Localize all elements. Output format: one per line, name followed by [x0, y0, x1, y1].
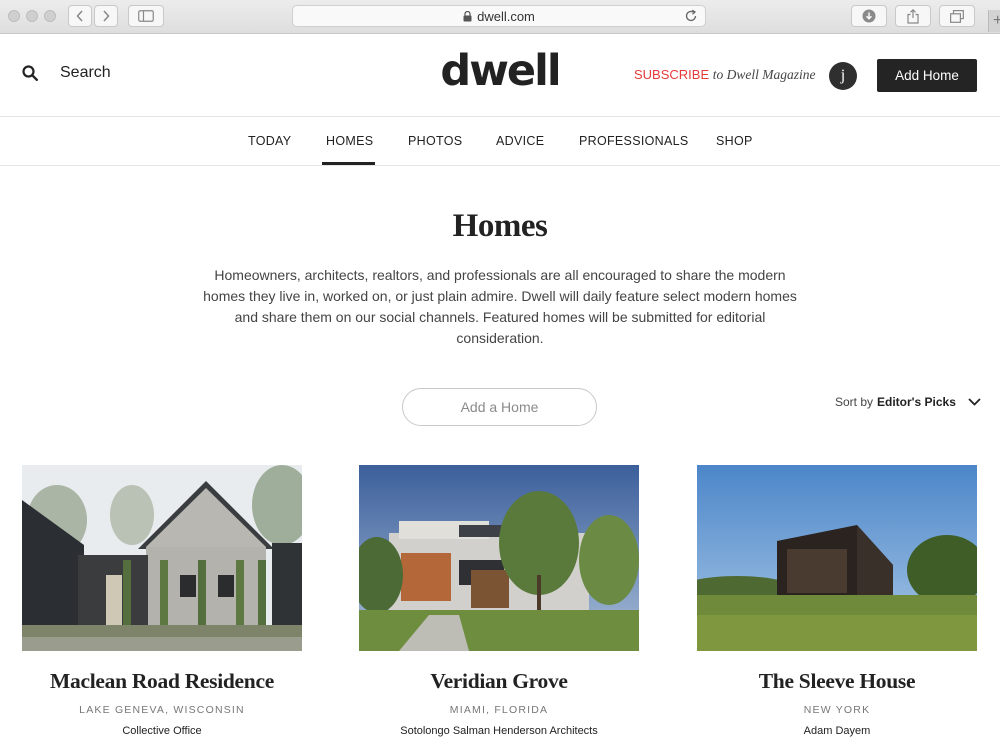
page-intro: Homeowners, architects, realtors, and pr… — [203, 267, 797, 346]
home-card: The Sleeve House NEW YORK Adam Dayem — [697, 465, 977, 737]
zoom-window-icon[interactable] — [44, 10, 56, 22]
share-icon — [907, 8, 919, 24]
card-title[interactable]: Maclean Road Residence — [22, 669, 302, 694]
chevron-left-icon — [76, 10, 83, 22]
user-avatar[interactable]: j — [829, 62, 857, 90]
card-location: MIAMI, FLORIDA — [449, 704, 549, 716]
close-window-icon[interactable] — [8, 10, 20, 22]
add-home-button[interactable]: Add Home — [877, 59, 977, 92]
card-architect[interactable]: Sotolongo Salman Henderson Architects — [359, 725, 639, 737]
subscribe-link[interactable]: SUBSCRIBE to Dwell Magazine — [634, 67, 816, 83]
share-button[interactable] — [895, 5, 931, 27]
home-photo[interactable] — [359, 465, 639, 651]
nav-today[interactable]: TODAY — [248, 134, 291, 148]
tabs-overview-button[interactable] — [939, 5, 975, 27]
minimize-window-icon[interactable] — [26, 10, 38, 22]
chevron-right-icon — [103, 10, 110, 22]
card-architect[interactable]: Adam Dayem — [697, 725, 977, 737]
nav-professionals[interactable]: PROFESSIONALS — [579, 134, 689, 148]
nav-shop[interactable]: SHOP — [716, 134, 753, 148]
subscribe-tail: to Dwell Magazine — [712, 67, 816, 82]
subscribe-word: SUBSCRIBE — [634, 67, 710, 82]
home-card: Maclean Road Residence LAKE GENEVA, WISC… — [22, 465, 302, 737]
card-title[interactable]: Veridian Grove — [359, 669, 639, 694]
nav-photos[interactable]: PHOTOS — [408, 134, 462, 148]
home-photo[interactable] — [697, 465, 977, 651]
address-text: dwell.com — [477, 8, 535, 24]
nav-advice[interactable]: ADVICE — [496, 134, 544, 148]
nav-homes[interactable]: HOMES — [326, 134, 373, 148]
downloads-button[interactable] — [851, 5, 887, 27]
lock-icon — [463, 10, 472, 21]
card-location: LAKE GENEVA, WISCONSIN — [79, 704, 245, 716]
new-tab-button[interactable]: + — [988, 10, 1000, 32]
sidebar-toggle-button[interactable] — [128, 5, 164, 27]
download-icon — [862, 9, 876, 23]
home-card: Veridian Grove MIAMI, FLORIDA Sotolongo … — [359, 465, 639, 737]
sidebar-icon — [138, 10, 154, 22]
chevron-down-icon — [968, 398, 981, 406]
home-photo[interactable] — [22, 465, 302, 651]
card-location: NEW YORK — [803, 704, 871, 716]
forward-button[interactable] — [94, 5, 118, 27]
card-architect[interactable]: Collective Office — [22, 725, 302, 737]
site-header: Search dwell SUBSCRIBE to Dwell Magazine… — [0, 34, 1000, 117]
add-a-home-button[interactable]: Add a Home — [402, 388, 597, 426]
active-nav-indicator — [322, 162, 375, 165]
page-title: Homes — [452, 208, 548, 244]
sort-value: Editor's Picks — [877, 395, 956, 409]
sort-dropdown[interactable]: Sort by Editor's Picks — [835, 395, 981, 409]
card-title[interactable]: The Sleeve House — [697, 669, 977, 694]
back-button[interactable] — [68, 5, 92, 27]
address-bar[interactable]: dwell.com — [292, 5, 706, 27]
sort-prefix: Sort by — [835, 395, 874, 409]
reload-icon[interactable] — [684, 9, 698, 23]
browser-toolbar: dwell.com + — [0, 0, 1000, 34]
main-nav: TODAY HOMES PHOTOS ADVICE PROFESSIONALS … — [0, 118, 1000, 166]
tabs-icon — [950, 9, 964, 23]
